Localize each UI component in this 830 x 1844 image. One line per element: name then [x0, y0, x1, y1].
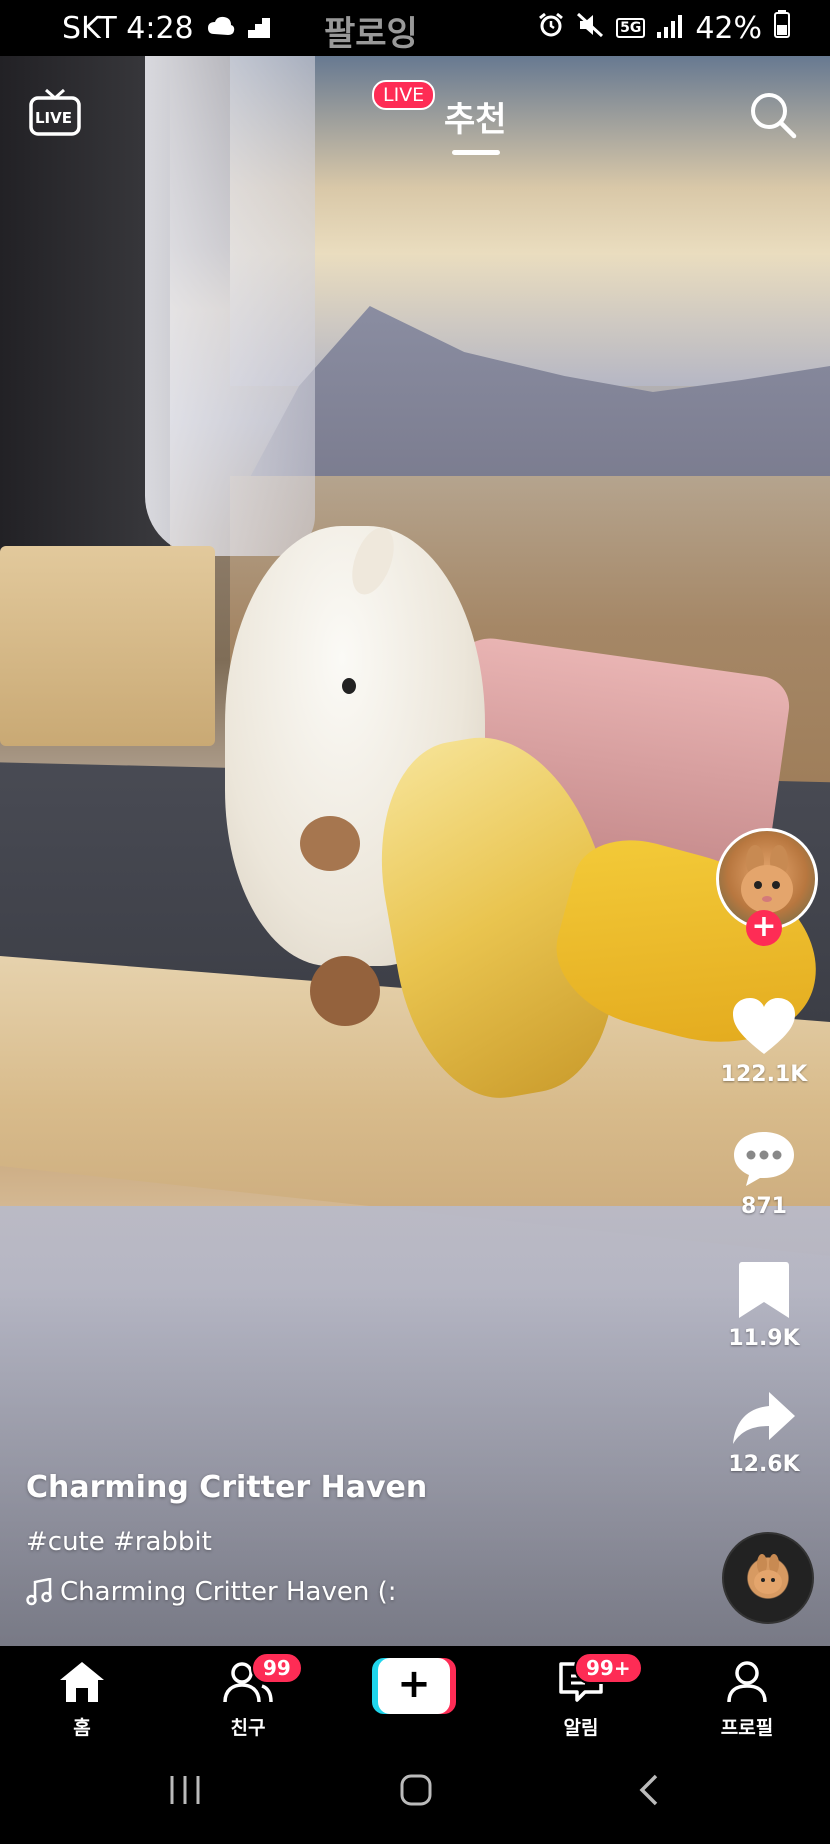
video-rabbit-spot — [300, 816, 360, 871]
video-player[interactable] — [0, 56, 830, 1646]
nav-home-label: 홈 — [73, 1717, 91, 1739]
comment-button[interactable]: 871 — [708, 1128, 820, 1219]
cloud-icon — [206, 11, 236, 46]
live-icon-text: LIVE — [35, 109, 72, 127]
battery-icon — [774, 10, 790, 46]
system-nav-bar — [0, 1746, 830, 1844]
bookmark-icon — [739, 1262, 789, 1318]
home-system-icon — [400, 1774, 432, 1806]
like-button[interactable]: 122.1K — [708, 996, 820, 1087]
status-left: SKT 4:28 — [62, 11, 270, 46]
plus-icon: + — [378, 1658, 450, 1714]
video-rabbit-eye — [342, 678, 356, 694]
share-icon — [733, 1392, 795, 1444]
signal-icon — [657, 11, 683, 46]
share-count: 12.6K — [728, 1452, 800, 1477]
post-caption: Charming Critter Haven #cute #rabbit Cha… — [26, 1470, 646, 1607]
nav-inbox-label: 알림 — [563, 1717, 599, 1739]
alarm-icon — [538, 11, 564, 46]
profile-icon — [727, 1661, 767, 1703]
friends-badge: 99 — [251, 1652, 303, 1684]
comment-icon — [734, 1132, 794, 1186]
video-sky — [230, 56, 830, 386]
heart-icon — [733, 998, 795, 1054]
music-disc-rabbit-icon — [754, 1554, 782, 1594]
tab-active-indicator — [452, 150, 500, 155]
nav-home[interactable]: 홈 — [27, 1660, 137, 1740]
like-count: 122.1K — [720, 1062, 808, 1087]
status-time: SKT 4:28 — [62, 10, 194, 46]
music-disc[interactable] — [722, 1532, 814, 1624]
mute-icon — [576, 11, 604, 46]
hashtags[interactable]: #cute #rabbit — [26, 1527, 646, 1557]
comment-count: 871 — [741, 1194, 787, 1219]
live-badge: LIVE — [372, 80, 436, 110]
inbox-badge: 99+ — [574, 1652, 643, 1684]
bottom-nav: 홈 99 친구 + 99+ 알림 프로필 — [0, 1646, 830, 1746]
search-button[interactable] — [748, 90, 798, 140]
nav-inbox[interactable]: 99+ 알림 — [526, 1652, 643, 1740]
share-button[interactable]: 12.6K — [708, 1390, 820, 1477]
recent-apps-icon — [170, 1776, 200, 1804]
home-icon — [60, 1662, 104, 1702]
tab-recommended[interactable]: 추천 — [444, 92, 507, 141]
create-button[interactable]: + — [372, 1658, 456, 1714]
author-name[interactable]: Charming Critter Haven — [26, 1470, 646, 1505]
network-5g-icon: 5G — [616, 18, 646, 38]
video-rabbit-spot — [310, 956, 380, 1026]
save-count: 11.9K — [728, 1326, 800, 1351]
search-icon — [751, 93, 797, 139]
recent-apps-button[interactable] — [168, 1772, 202, 1812]
live-button[interactable]: LIVE — [28, 86, 82, 140]
home-system-button[interactable] — [399, 1772, 433, 1812]
video-headboard — [0, 546, 215, 746]
nav-friends-label: 친구 — [230, 1717, 266, 1739]
follow-button[interactable]: + — [746, 910, 782, 946]
sound-row[interactable]: Charming Critter Haven (: — [26, 1577, 406, 1607]
tab-following[interactable]: 팔로잉 — [324, 6, 418, 55]
nav-profile[interactable]: 프로필 — [692, 1660, 802, 1740]
status-right: 5G 42% — [538, 10, 790, 46]
signal-steps-icon — [247, 11, 270, 46]
save-button[interactable]: 11.9K — [708, 1260, 820, 1351]
nav-friends[interactable]: 99 친구 — [193, 1652, 303, 1740]
back-icon — [639, 1774, 658, 1806]
back-button[interactable] — [634, 1772, 664, 1812]
battery-level: 42% — [695, 10, 762, 46]
nav-profile-label: 프로필 — [720, 1717, 774, 1739]
music-note-icon — [26, 1578, 52, 1606]
sound-name: Charming Critter Haven (: — [60, 1577, 397, 1607]
video-curtain — [145, 56, 315, 556]
